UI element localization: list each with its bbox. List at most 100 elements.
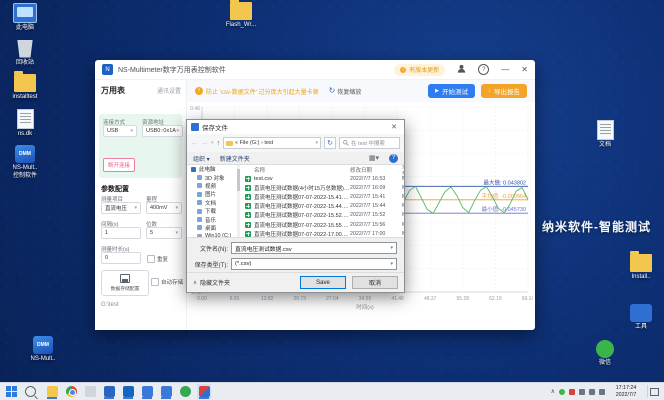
taskbar-app-greenapp[interactable]: [178, 384, 192, 399]
desktop-icon-recycle[interactable]: 回收站: [2, 39, 48, 68]
forward-arrow-icon[interactable]: →: [201, 140, 208, 147]
tray-icon[interactable]: [559, 388, 565, 395]
desktop-icon-folder[interactable]: Install..: [618, 251, 664, 282]
disconnect-button[interactable]: 断开连接: [103, 158, 136, 172]
digits-select[interactable]: 5 ▾: [146, 227, 182, 239]
tray-expand-icon[interactable]: ∧: [551, 388, 555, 395]
start-button[interactable]: [6, 386, 17, 397]
file-row[interactable]: test.csv 2022/7/7 16:53 Mic...: [241, 174, 404, 183]
pic-icon: [197, 191, 202, 197]
taskbar-app-wapp1[interactable]: [140, 384, 154, 399]
organize-button[interactable]: 组织 ▾: [193, 154, 210, 163]
hide-folders-button[interactable]: 隐藏文件夹: [200, 278, 230, 287]
help-icon[interactable]: ?: [478, 64, 490, 75]
measure-item-select[interactable]: 直流电压 ▾: [101, 202, 141, 214]
file-row[interactable]: 直流电压测试数据(4小时15万总数据).csv2022/7/7 16:09 Mic…: [241, 183, 404, 192]
nav-item-obj[interactable]: 3D 对象: [187, 173, 237, 182]
dialog-close-button[interactable]: ✕: [388, 123, 400, 131]
taskbar-app-chrome[interactable]: [64, 384, 78, 399]
nav-item-pc[interactable]: 此电脑: [187, 165, 237, 173]
export-report-button[interactable]: ↓ 导出报告: [481, 84, 527, 98]
close-button[interactable]: ✕: [521, 65, 528, 74]
nav-item-drive[interactable]: Win10 (C:): [187, 232, 237, 237]
file-row[interactable]: 直流电压测试数据07-07-2022-17.00.40... 2022/7/7 1…: [241, 229, 404, 237]
tray-icon[interactable]: [579, 388, 585, 395]
taskbar-app-explorer[interactable]: [45, 384, 59, 399]
sidebar-scrollbar[interactable]: [237, 165, 240, 237]
desktop-icon-green[interactable]: 微信: [582, 340, 628, 368]
computer-icon: [13, 3, 37, 23]
conn-type-select[interactable]: USB ▾: [103, 125, 137, 137]
nav-item-deskf[interactable]: 桌面: [187, 224, 237, 232]
tray-icon[interactable]: [589, 388, 595, 395]
taskbar-app-outlook[interactable]: [121, 384, 135, 399]
address-bar[interactable]: « File (G:) › test ▾: [223, 137, 322, 149]
range-select[interactable]: 400mV ▾: [146, 202, 182, 214]
file-row[interactable]: 直流电压测试数据07-07-2022-15.55.15... 2022/7/7 1…: [241, 220, 404, 229]
action-center-icon[interactable]: [647, 385, 660, 398]
taskbar-app-activeapp[interactable]: [197, 384, 211, 399]
file-row[interactable]: 直流电压测试数据07-07-2022-15.44.11... 2022/7/7 1…: [241, 202, 404, 211]
desktop-icon-dmm[interactable]: DMM NS-Mult..: [20, 336, 66, 364]
autosave-checkbox[interactable]: 自动存储: [151, 278, 183, 286]
duration-input[interactable]: 0: [101, 252, 141, 264]
desktop-icon-folder[interactable]: Flash_Wr...: [218, 0, 264, 30]
tray-icon[interactable]: [599, 388, 605, 395]
taskbar-app-wapp2[interactable]: [159, 384, 173, 399]
user-icon[interactable]: [457, 64, 466, 75]
data-store-config-button[interactable]: 数据存储配置: [101, 270, 149, 296]
file-row[interactable]: 直流电压测试数据07-07-2022-15.41.07... 2022/7/7 1…: [241, 192, 404, 201]
desktop-icon-doc[interactable]: ns.dk: [2, 108, 48, 139]
back-arrow-icon[interactable]: ←: [191, 140, 198, 147]
save-button[interactable]: Save: [300, 276, 346, 289]
desktop-icon-blueapp[interactable]: 工具: [618, 304, 664, 332]
activeapp-icon: [198, 386, 210, 397]
column-header-name[interactable]: 名称: [254, 166, 350, 174]
reset-zoom-button[interactable]: ↻ 恢复缩放: [329, 87, 362, 96]
tray-icon[interactable]: [569, 388, 575, 395]
nav-item-video[interactable]: 视频: [187, 182, 237, 190]
nav-item-down[interactable]: 下载: [187, 207, 237, 215]
bell-icon: !: [400, 66, 407, 73]
wapp1-icon: [141, 386, 153, 397]
desktop-icon-computer[interactable]: 此电脑: [2, 3, 48, 33]
cancel-button[interactable]: 取消: [352, 276, 398, 289]
excel-file-icon: [245, 184, 251, 191]
file-row[interactable]: 直流电压测试数据07-07-2022-15.52.10... 2022/7/7 1…: [241, 211, 404, 220]
column-header-date[interactable]: 修改日期: [350, 166, 402, 174]
desktop-icon-dmm[interactable]: DMM NS-Mult.. 控制软件: [2, 145, 48, 180]
taskbar-search-icon[interactable]: [25, 386, 36, 397]
docs-icon: [197, 200, 202, 206]
start-test-button[interactable]: ▶ 开始测试: [428, 84, 475, 98]
taskbar-app-napp[interactable]: [102, 384, 116, 399]
app-title: NS-Multimeter数字万用表控制软件: [118, 66, 226, 74]
search-box[interactable]: 在 test 中搜索: [339, 137, 400, 149]
minimize-button[interactable]: —: [501, 65, 509, 74]
filetype-select[interactable]: (*.csv) ▾: [231, 258, 397, 270]
dialog-help-icon[interactable]: ?: [389, 153, 398, 163]
interval-input[interactable]: 1: [101, 227, 141, 239]
filename-input[interactable]: 直流电压测试数据.csv ▾: [231, 242, 397, 254]
refresh-button[interactable]: ↻: [324, 137, 337, 149]
repeat-checkbox[interactable]: 重复: [147, 255, 168, 263]
comm-settings-link[interactable]: 通讯设置: [157, 86, 181, 95]
history-chevron-icon[interactable]: ▾: [211, 140, 214, 146]
new-folder-button[interactable]: 新建文件夹: [220, 154, 250, 163]
chevron-down-icon: ▾: [390, 245, 393, 251]
nav-item-music[interactable]: 音乐: [187, 215, 237, 224]
desktop-icon-folder[interactable]: installtest: [2, 71, 48, 102]
svg-text:0.00: 0.00: [197, 296, 207, 302]
desktop-icon-doc[interactable]: 文档: [582, 120, 628, 150]
view-mode-button[interactable]: ▦▾: [369, 154, 379, 162]
taskbar-clock[interactable]: 17:17:24 2022/7/7: [609, 385, 643, 398]
up-arrow-icon[interactable]: ↑: [217, 140, 221, 147]
deskf-icon: [197, 225, 202, 231]
doc-icon: [596, 120, 614, 140]
desktop-icon-label: Install..: [631, 274, 651, 280]
update-badge[interactable]: ! 有版本更新: [394, 63, 446, 76]
nav-item-pic[interactable]: 图片: [187, 190, 237, 198]
app-logo-icon: N: [102, 64, 113, 75]
taskbar-app-tool[interactable]: [83, 384, 97, 399]
nav-item-docs[interactable]: 文档: [187, 199, 237, 207]
addr-select[interactable]: USB0::0x1A ▾: [142, 125, 183, 137]
